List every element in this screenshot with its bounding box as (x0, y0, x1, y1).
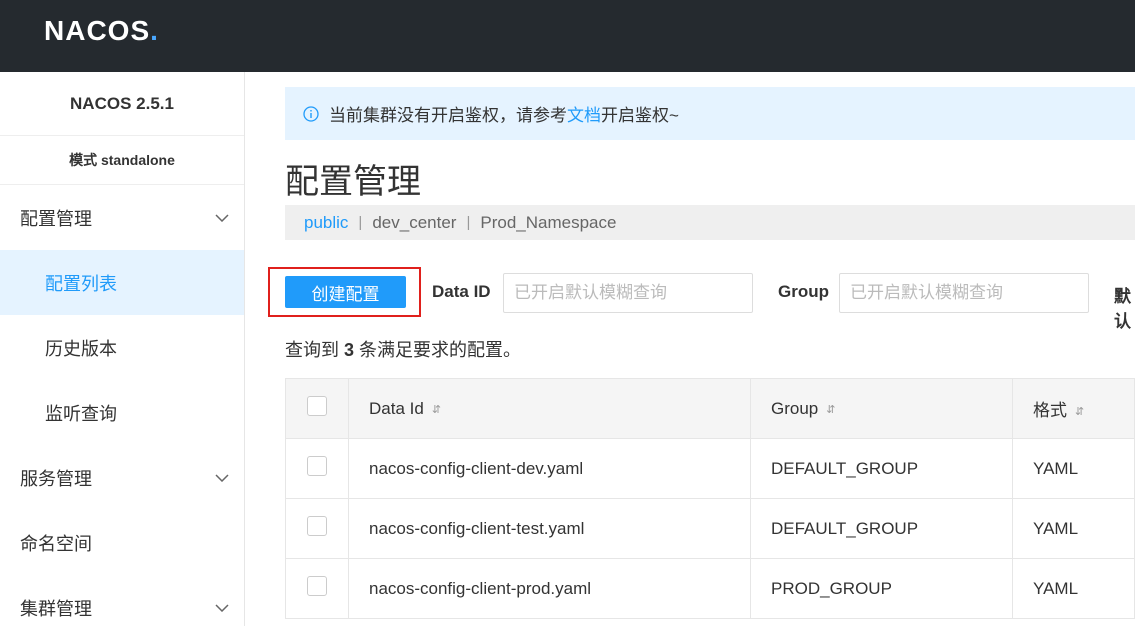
row-checkbox[interactable] (307, 576, 327, 596)
sidebar-item-config-management[interactable]: 配置管理 (0, 185, 244, 250)
cell-format: YAML (1012, 438, 1135, 499)
extra-filter-label: 默认 (1114, 287, 1131, 331)
sidebar-item-namespace[interactable]: 命名空间 (0, 510, 244, 575)
create-config-button[interactable]: 创建配置 (285, 276, 406, 308)
namespace-prod[interactable]: Prod_Namespace (480, 213, 616, 233)
namespace-separator: | (358, 214, 363, 231)
chevron-down-icon (214, 210, 230, 226)
cell-format: YAML (1012, 498, 1135, 559)
sidebar-mode: 模式 standalone (0, 136, 244, 185)
row-check-cell (285, 498, 349, 559)
config-table: Data Id ⇵ Group ⇵ 格式 ⇵ nacos-config-client-… (285, 378, 1135, 619)
cell-format: YAML (1012, 558, 1135, 619)
column-header-dataid[interactable]: Data Id ⇵ (348, 378, 751, 439)
dataid-label: Data ID (432, 282, 491, 301)
header-check-cell (285, 378, 349, 439)
group-search-input[interactable] (839, 273, 1089, 313)
sidebar-item-config-list[interactable]: 配置列表 (0, 250, 244, 315)
sidebar-item-service-management[interactable]: 服务管理 (0, 445, 244, 510)
sidebar-item-label: 集群管理 (20, 598, 92, 619)
namespace-separator: | (466, 214, 471, 231)
nacos-logo[interactable]: NACOS. (44, 14, 159, 48)
create-highlight-box: 创建配置 (268, 267, 421, 317)
table-header-row: Data Id ⇵ Group ⇵ 格式 ⇵ (285, 378, 1135, 439)
chevron-down-icon (214, 470, 230, 486)
column-header-group[interactable]: Group ⇵ (750, 378, 1013, 439)
result-prefix: 查询到 (285, 340, 339, 360)
row-check-cell (285, 438, 349, 499)
info-icon (303, 105, 319, 122)
sidebar-item-label: 配置列表 (45, 273, 117, 294)
cell-group: DEFAULT_GROUP (750, 498, 1013, 559)
logo-text: NACOS (44, 15, 151, 46)
sidebar-item-label: 命名空间 (20, 533, 92, 554)
row-checkbox[interactable] (307, 516, 327, 536)
sort-icon[interactable]: ⇵ (826, 403, 835, 416)
sidebar-item-history[interactable]: 历史版本 (0, 315, 244, 380)
sidebar-item-label: 服务管理 (20, 468, 92, 489)
select-all-checkbox[interactable] (307, 396, 327, 416)
namespace-bar: public | dev_center | Prod_Namespace (285, 205, 1135, 240)
dataid-search-input[interactable] (503, 273, 753, 313)
cell-group: PROD_GROUP (750, 558, 1013, 619)
result-suffix: 条满足要求的配置。 (359, 340, 522, 360)
column-header-label: 格式 (1033, 401, 1067, 420)
top-bar: NACOS. (0, 0, 1135, 72)
cell-group: DEFAULT_GROUP (750, 438, 1013, 499)
row-checkbox[interactable] (307, 456, 327, 476)
namespace-dev-center[interactable]: dev_center (372, 213, 456, 233)
sort-icon[interactable]: ⇵ (1075, 405, 1084, 418)
table-row: nacos-config-client-dev.yaml DEFAULT_GRO… (285, 438, 1135, 499)
namespace-public[interactable]: public (304, 213, 348, 233)
cell-dataid: nacos-config-client-dev.yaml (348, 438, 751, 499)
notice-text-after: 开启鉴权~ (601, 106, 679, 125)
sidebar-item-label: 配置管理 (20, 208, 92, 229)
sidebar-item-label: 监听查询 (45, 403, 117, 424)
result-count: 查询到 3 条满足要求的配置。 (285, 336, 521, 362)
table-row: nacos-config-client-test.yaml DEFAULT_GR… (285, 498, 1135, 559)
sidebar: NACOS 2.5.1 模式 standalone 配置管理 配置列表 历史版本… (0, 72, 245, 626)
column-header-format[interactable]: 格式 ⇵ (1012, 378, 1135, 439)
sidebar-item-listener-query[interactable]: 监听查询 (0, 380, 244, 445)
notice-text-before: 当前集群没有开启鉴权，请参考 (329, 106, 567, 125)
column-header-label: Group (771, 398, 819, 418)
chevron-down-icon (214, 600, 230, 616)
doc-link[interactable]: 文档 (567, 101, 601, 126)
cell-dataid: nacos-config-client-prod.yaml (348, 558, 751, 619)
sidebar-item-label: 历史版本 (45, 338, 117, 359)
sort-icon[interactable]: ⇵ (432, 403, 441, 416)
sidebar-item-cluster-management[interactable]: 集群管理 (0, 575, 244, 640)
main-content: 当前集群没有开启鉴权，请参考 文档 开启鉴权~ 配置管理 public | dev_… (268, 72, 1135, 626)
cell-dataid: nacos-config-client-test.yaml (348, 498, 751, 559)
logo-dot: . (150, 15, 159, 46)
column-header-label: Data Id (369, 398, 424, 418)
group-label: Group (778, 282, 829, 301)
page-title: 配置管理 (285, 163, 421, 201)
row-check-cell (285, 558, 349, 619)
sidebar-version: NACOS 2.5.1 (0, 72, 244, 136)
table-row: nacos-config-client-prod.yaml PROD_GROUP… (285, 558, 1135, 619)
auth-notice: 当前集群没有开启鉴权，请参考 文档 开启鉴权~ (285, 87, 1135, 140)
result-number: 3 (344, 340, 355, 360)
